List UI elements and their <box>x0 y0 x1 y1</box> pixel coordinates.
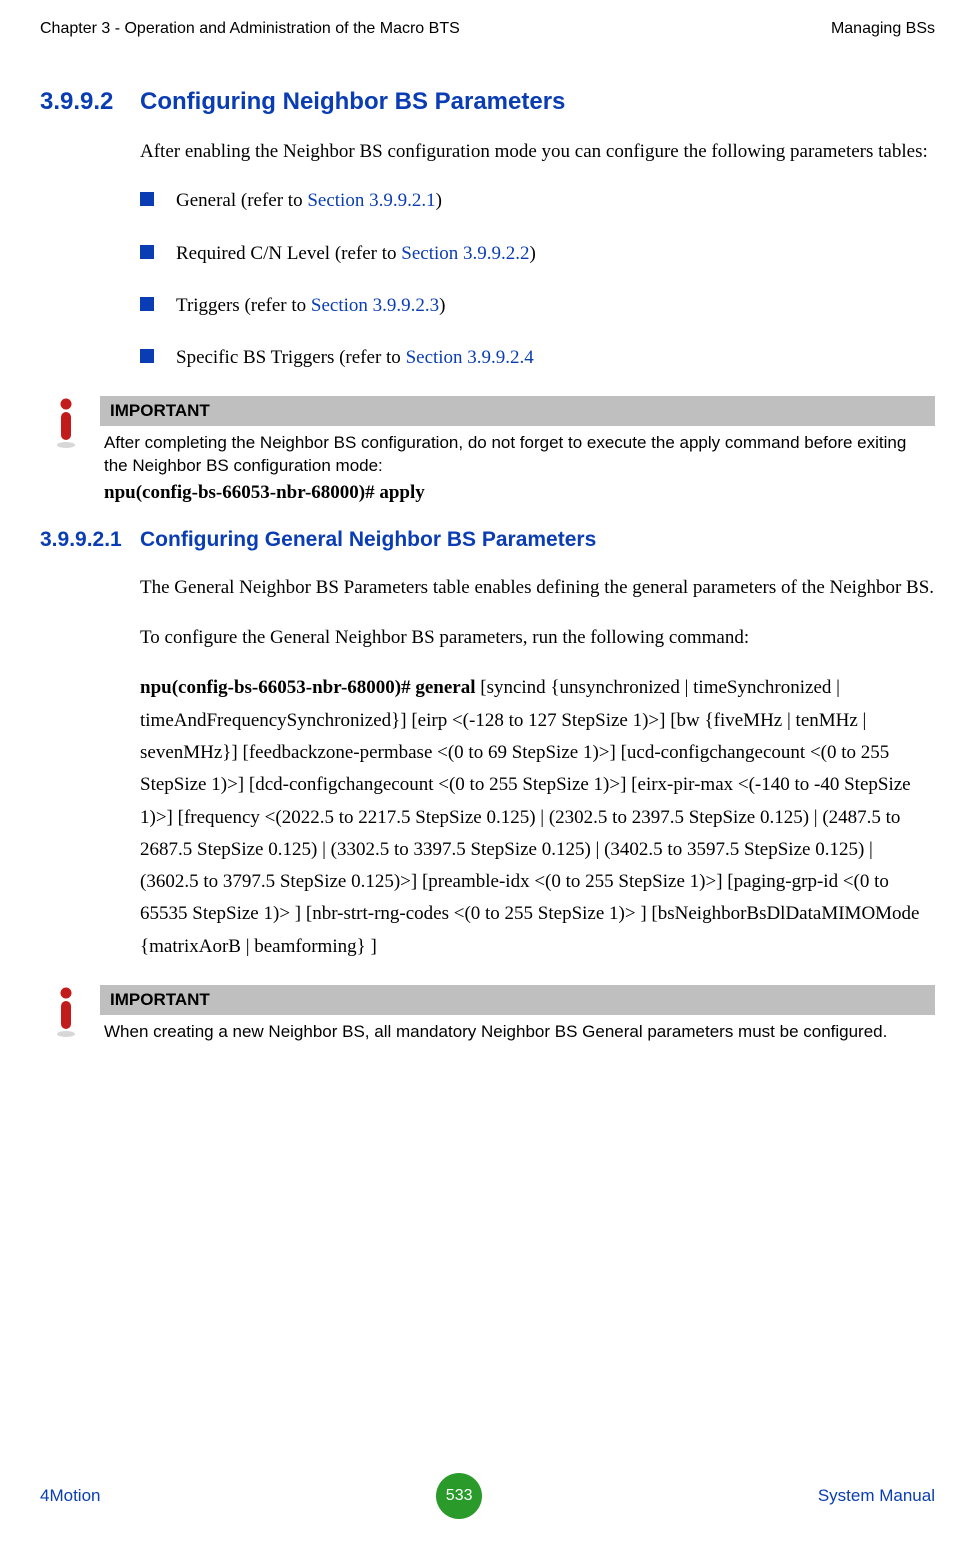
info-icon <box>54 985 82 1039</box>
list-item-text: General (refer to <box>176 190 307 211</box>
list-item-suffix: ) <box>530 243 536 264</box>
section-link[interactable]: Section 3.9.9.2.2 <box>401 243 529 264</box>
important-callout: IMPORTANT When creating a new Neighbor B… <box>54 985 935 1044</box>
section-link[interactable]: Section 3.9.9.2.3 <box>311 295 439 316</box>
list-item-suffix: ) <box>436 190 442 211</box>
paragraph: The General Neighbor BS Parameters table… <box>140 572 935 604</box>
list-item-text: Required C/N Level (refer to <box>176 243 401 264</box>
section-number: 3.9.9.2 <box>40 88 140 116</box>
document-page: Chapter 3 - Operation and Administration… <box>0 0 975 1545</box>
command-args: [syncind {unsynchronized | timeSynchroni… <box>140 677 920 956</box>
important-text: When creating a new Neighbor BS, all man… <box>100 1021 935 1044</box>
important-content: IMPORTANT When creating a new Neighbor B… <box>100 985 935 1044</box>
important-callout: IMPORTANT After completing the Neighbor … <box>54 396 935 504</box>
page-number: 533 <box>446 1487 473 1505</box>
section-link[interactable]: Section 3.9.9.2.4 <box>406 347 534 368</box>
section-title: Configuring Neighbor BS Parameters <box>140 88 565 116</box>
list-item: Triggers (refer to Section 3.9.9.2.3) <box>140 291 935 321</box>
footer-right: System Manual <box>818 1486 935 1506</box>
section-heading: 3.9.9.2 Configuring Neighbor BS Paramete… <box>40 88 935 116</box>
paragraph: To configure the General Neighbor BS par… <box>140 622 935 654</box>
important-label: IMPORTANT <box>100 396 935 426</box>
header-right: Managing BSs <box>831 20 935 38</box>
list-item: General (refer to Section 3.9.9.2.1) <box>140 186 935 216</box>
command-bold: npu(config-bs-66053-nbr-68000)# general <box>140 677 476 698</box>
list-item: Required C/N Level (refer to Section 3.9… <box>140 239 935 269</box>
info-icon <box>54 396 82 450</box>
command-line: npu(config-bs-66053-nbr-68000)# apply <box>100 478 935 504</box>
section-link[interactable]: Section 3.9.9.2.1 <box>307 190 435 211</box>
subsection-title: Configuring General Neighbor BS Paramete… <box>140 528 596 552</box>
important-text: After completing the Neighbor BS configu… <box>100 432 935 478</box>
important-label: IMPORTANT <box>100 985 935 1015</box>
list-item-text: Triggers (refer to <box>176 295 311 316</box>
subsection-heading: 3.9.9.2.1 Configuring General Neighbor B… <box>40 528 935 552</box>
bullet-list: General (refer to Section 3.9.9.2.1) Req… <box>140 186 935 374</box>
list-item-text: Specific BS Triggers (refer to <box>176 347 406 368</box>
command-block: npu(config-bs-66053-nbr-68000)# general … <box>140 672 935 963</box>
page-number-badge: 533 <box>436 1473 482 1519</box>
page-footer: 4Motion 533 System Manual <box>40 1473 935 1519</box>
list-item: Specific BS Triggers (refer to Section 3… <box>140 343 935 373</box>
list-item-suffix: ) <box>439 295 445 316</box>
important-content: IMPORTANT After completing the Neighbor … <box>100 396 935 504</box>
subsection-number: 3.9.9.2.1 <box>40 528 140 552</box>
header-left: Chapter 3 - Operation and Administration… <box>40 20 460 38</box>
paragraph: After enabling the Neighbor BS configura… <box>140 136 935 168</box>
footer-left: 4Motion <box>40 1486 100 1506</box>
page-header: Chapter 3 - Operation and Administration… <box>40 20 935 38</box>
